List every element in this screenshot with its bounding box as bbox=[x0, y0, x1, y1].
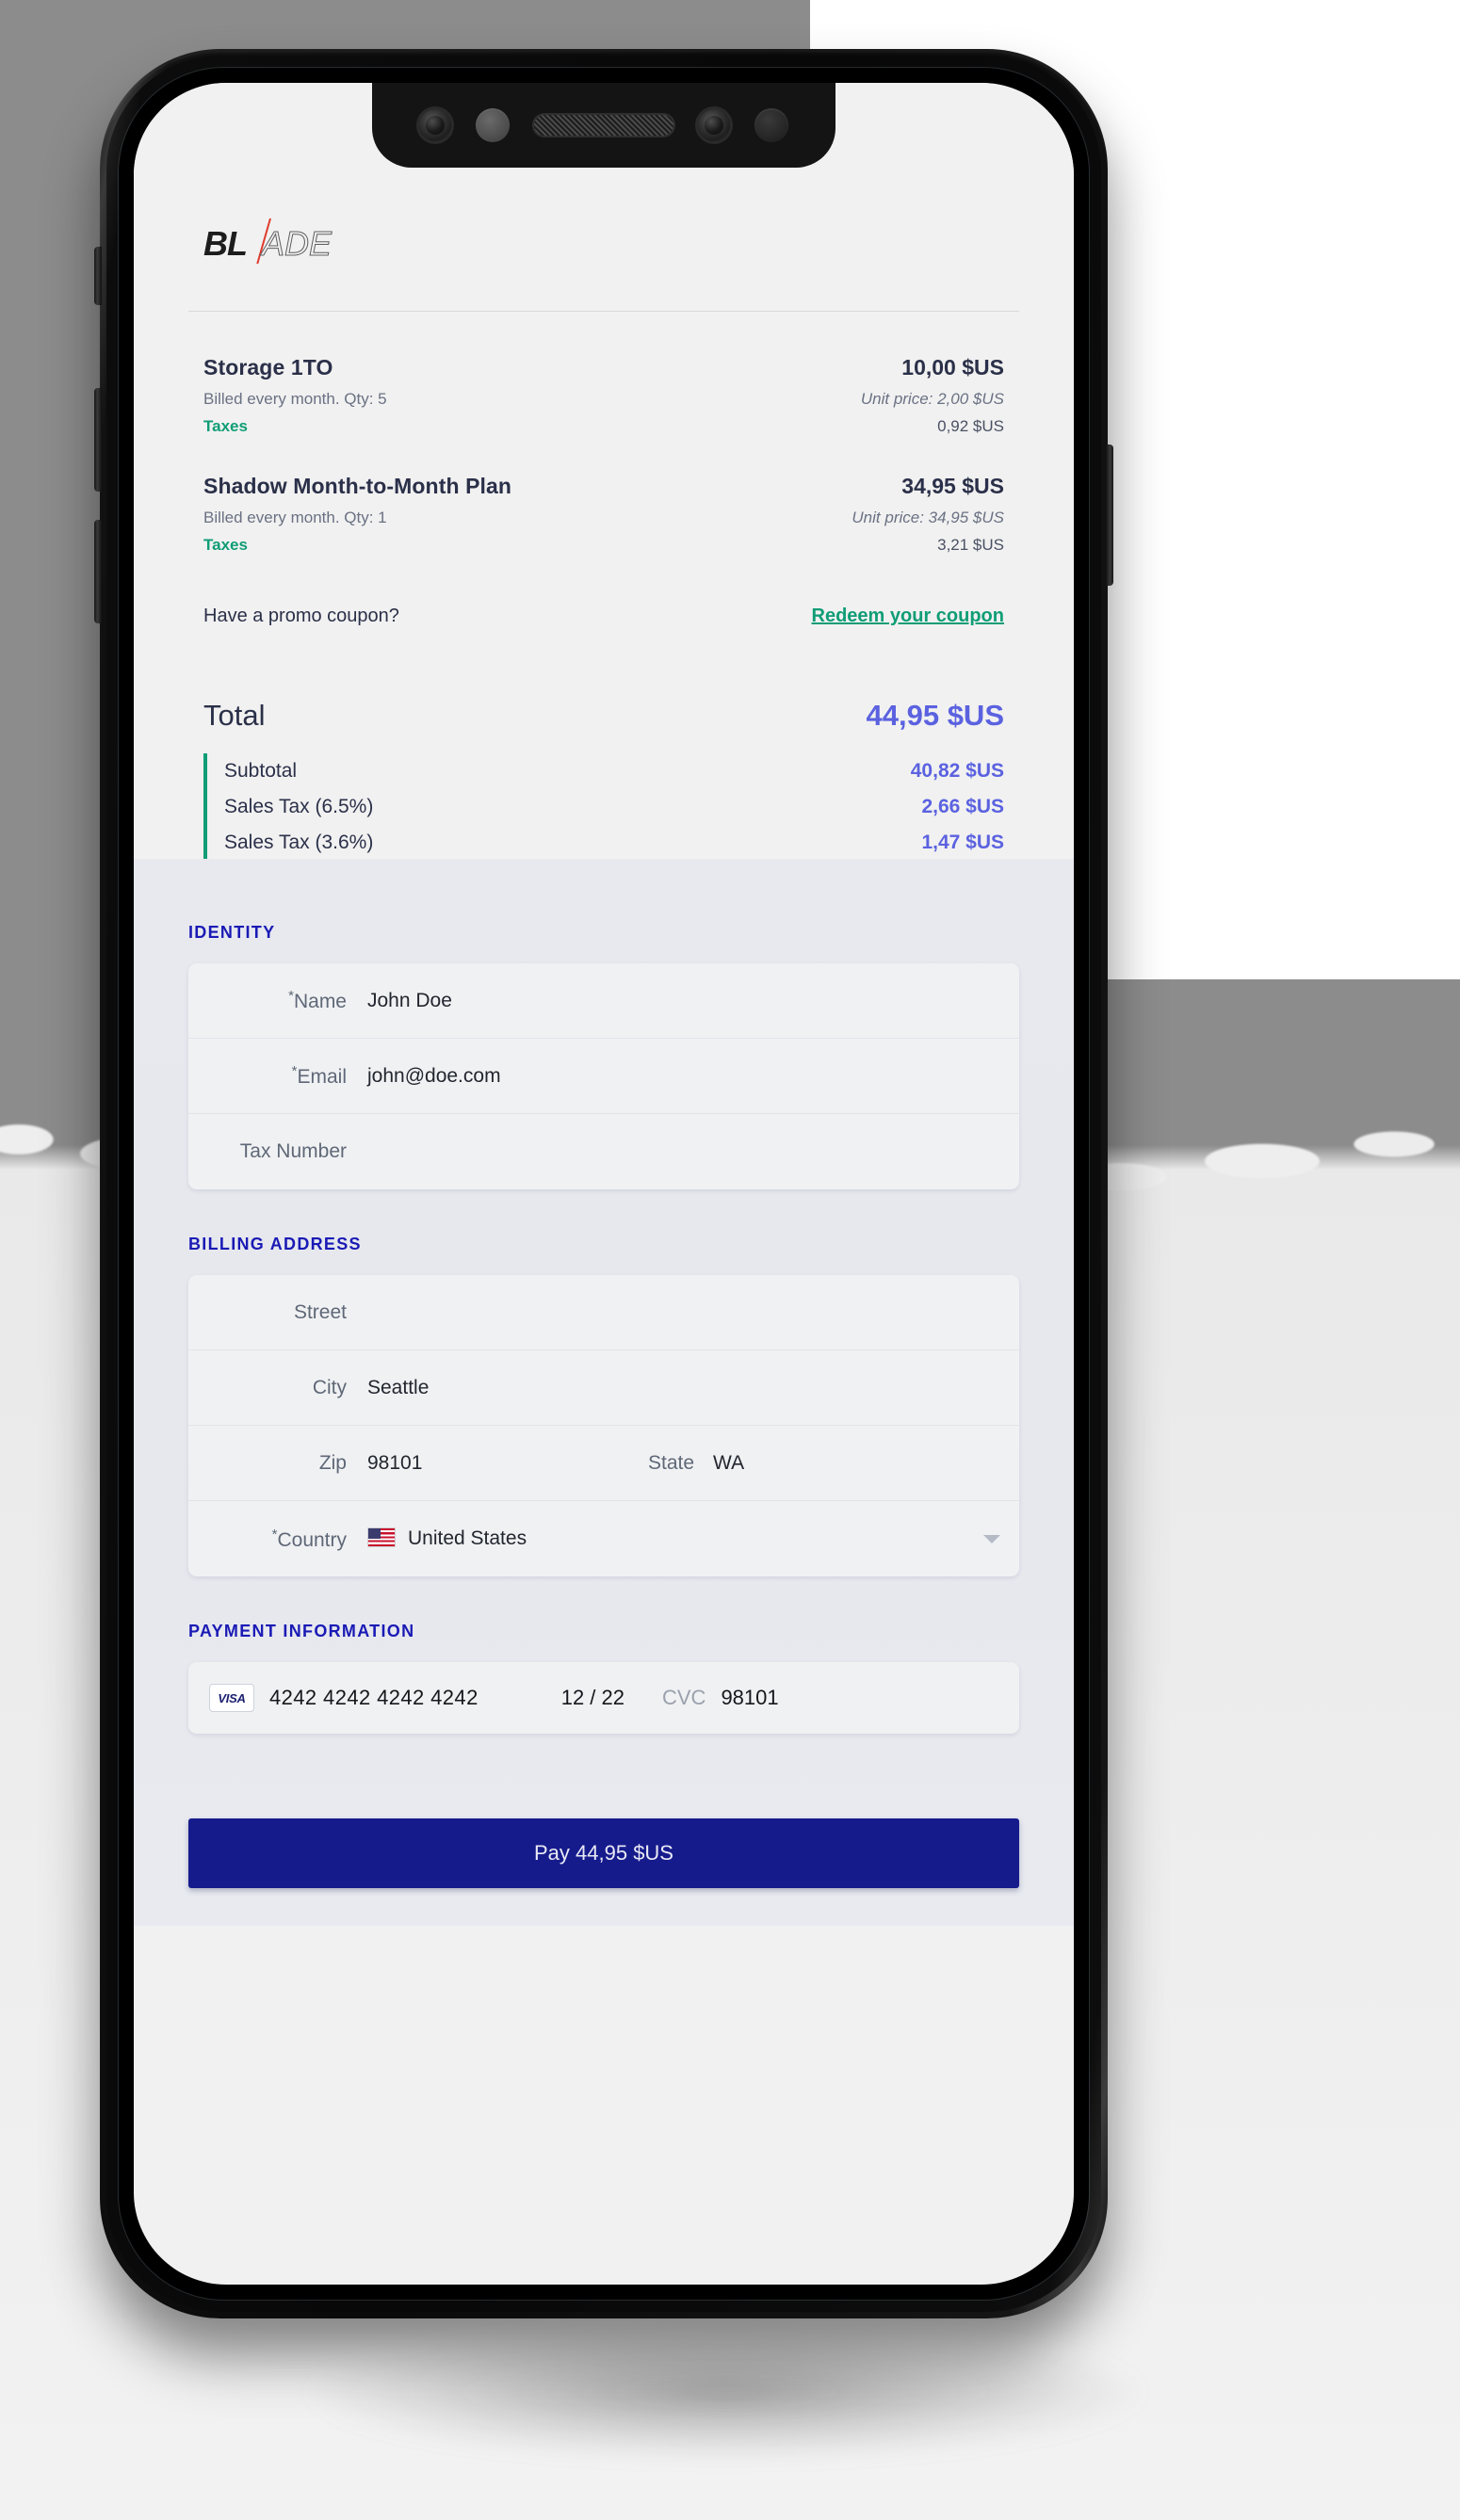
line-item-tax-value: 3,21 $US bbox=[937, 536, 1004, 554]
line-item-tax-value: 0,92 $US bbox=[937, 417, 1004, 435]
line-item-title: Shadow Month-to-Month Plan bbox=[203, 474, 512, 498]
line-item-unit-price: Unit price: 34,95 $US bbox=[852, 509, 1004, 526]
line-item: Shadow Month-to-Month Plan 34,95 $US Bil… bbox=[203, 474, 1004, 555]
smartphone-mockup: BL ADE Storage 1TO 10,00 $US Billed ever… bbox=[94, 49, 1113, 2318]
promo-coupon-question: Have a promo coupon? bbox=[203, 606, 399, 626]
total-breakdown: Subtotal 40,82 $US Sales Tax (6.5%) 2,66… bbox=[203, 753, 1004, 861]
total-row: Total 44,95 $US bbox=[203, 699, 1004, 733]
total-block: Total 44,95 $US Subtotal 40,82 $US Sales… bbox=[134, 627, 1074, 861]
breakdown-label: Sales Tax (3.6%) bbox=[224, 832, 374, 853]
volume-down-button[interactable] bbox=[94, 520, 102, 623]
city-label: City bbox=[312, 1376, 347, 1398]
state-label: State bbox=[648, 1451, 695, 1474]
email-row[interactable]: *Email john@doe.com bbox=[188, 1039, 1019, 1114]
country-select[interactable]: United States bbox=[367, 1527, 983, 1550]
tax-number-row[interactable]: Tax Number bbox=[188, 1114, 1019, 1189]
line-item-tax-label: Taxes bbox=[203, 417, 248, 435]
country-label: *Country bbox=[207, 1527, 367, 1552]
card-expiry-field[interactable]: 12 / 22 bbox=[561, 1686, 625, 1710]
line-item-detail-row: Billed every month. Qty: 5 Unit price: 2… bbox=[203, 380, 1004, 409]
identity-section-title: IDENTITY bbox=[188, 923, 276, 942]
name-label-text: Name bbox=[293, 991, 347, 1012]
country-row[interactable]: *Country United States bbox=[188, 1501, 1019, 1576]
card-number-field[interactable]: 4242 4242 4242 4242 bbox=[269, 1686, 479, 1710]
line-item-billing: Billed every month. Qty: 5 bbox=[203, 390, 387, 408]
line-items-list: Storage 1TO 10,00 $US Billed every month… bbox=[134, 312, 1074, 555]
name-label: *Name bbox=[207, 988, 367, 1013]
billing-address-card: Street City Seattle Zip 98101 State WA *… bbox=[188, 1275, 1019, 1576]
line-item-tax-row: Taxes 3,21 $US bbox=[203, 527, 1004, 555]
blade-logo: BL ADE bbox=[203, 218, 345, 266]
proximity-sensor-icon bbox=[476, 108, 510, 142]
checkout-page: BL ADE Storage 1TO 10,00 $US Billed ever… bbox=[134, 83, 1074, 2285]
cvc-label: CVC bbox=[661, 1686, 706, 1709]
front-camera-secondary-icon bbox=[698, 109, 730, 141]
earpiece-speaker-icon bbox=[534, 115, 673, 136]
scene: BL ADE Storage 1TO 10,00 $US Billed ever… bbox=[0, 0, 1460, 2520]
logo-bold-text: BL bbox=[203, 224, 248, 263]
name-row[interactable]: *Name John Doe bbox=[188, 963, 1019, 1039]
street-row[interactable]: Street bbox=[188, 1275, 1019, 1350]
breakdown-row: Subtotal 40,82 $US bbox=[224, 753, 1004, 789]
line-item-tax-row: Taxes 0,92 $US bbox=[203, 409, 1004, 436]
name-field[interactable]: John Doe bbox=[367, 990, 1000, 1012]
zip-field[interactable]: 98101 bbox=[367, 1452, 593, 1475]
chevron-down-icon[interactable] bbox=[983, 1534, 1000, 1543]
silent-switch-button[interactable] bbox=[94, 247, 102, 305]
total-label: Total bbox=[203, 699, 266, 732]
paint-splatter-right bbox=[1064, 1107, 1460, 1220]
line-item-main-row: Storage 1TO 10,00 $US bbox=[203, 355, 1004, 380]
front-camera-icon bbox=[419, 109, 451, 141]
identity-card: *Name John Doe *Email john@doe.com Tax N… bbox=[188, 963, 1019, 1189]
us-flag-icon bbox=[367, 1527, 396, 1547]
email-label-text: Email bbox=[297, 1066, 347, 1088]
line-item-tax-label: Taxes bbox=[203, 536, 248, 554]
line-item-title: Storage 1TO bbox=[203, 355, 333, 380]
line-item-main-row: Shadow Month-to-Month Plan 34,95 $US bbox=[203, 474, 1004, 499]
ambient-sensor-icon bbox=[754, 108, 788, 142]
email-field[interactable]: john@doe.com bbox=[367, 1065, 1000, 1088]
power-button[interactable] bbox=[1106, 444, 1113, 586]
line-item-amount: 34,95 $US bbox=[901, 474, 1004, 498]
phone-notch bbox=[372, 83, 835, 168]
breakdown-label: Sales Tax (6.5%) bbox=[224, 796, 374, 817]
payment-card-row[interactable]: VISA 4242 4242 4242 4242 12 / 22 CVC 981… bbox=[188, 1662, 1019, 1734]
zip-label: Zip bbox=[318, 1451, 347, 1474]
volume-up-button[interactable] bbox=[94, 388, 102, 492]
breakdown-row: Sales Tax (3.6%) 1,47 $US bbox=[224, 825, 1004, 861]
visa-logo-icon: VISA bbox=[209, 1684, 254, 1712]
promo-coupon-row: Have a promo coupon? Redeem your coupon bbox=[134, 592, 1074, 627]
tax-number-label: Tax Number bbox=[239, 1140, 347, 1162]
cvc-field[interactable]: 98101 bbox=[721, 1686, 778, 1710]
breakdown-row: Sales Tax (6.5%) 2,66 $US bbox=[224, 789, 1004, 825]
breakdown-value: 40,82 $US bbox=[910, 760, 1004, 782]
breakdown-value: 2,66 $US bbox=[921, 796, 1004, 817]
email-label: *Email bbox=[207, 1063, 367, 1089]
line-item-amount: 10,00 $US bbox=[901, 355, 1004, 380]
country-label-text: Country bbox=[277, 1528, 347, 1551]
line-item-billing: Billed every month. Qty: 1 bbox=[203, 509, 387, 526]
phone-screen: BL ADE Storage 1TO 10,00 $US Billed ever… bbox=[134, 83, 1074, 2285]
country-value-text: United States bbox=[408, 1527, 527, 1549]
payment-section-title: PAYMENT INFORMATION bbox=[188, 1622, 415, 1640]
line-item: Storage 1TO 10,00 $US Billed every month… bbox=[203, 355, 1004, 436]
city-field[interactable]: Seattle bbox=[367, 1377, 1000, 1399]
billing-section-title: BILLING ADDRESS bbox=[188, 1235, 362, 1253]
zip-state-row[interactable]: Zip 98101 State WA bbox=[188, 1426, 1019, 1501]
city-row[interactable]: City Seattle bbox=[188, 1350, 1019, 1426]
redeem-coupon-link[interactable]: Redeem your coupon bbox=[812, 606, 1004, 627]
street-label: Street bbox=[293, 1300, 347, 1323]
breakdown-value: 1,47 $US bbox=[921, 832, 1004, 853]
pay-button[interactable]: Pay 44,95 $US bbox=[188, 1818, 1019, 1888]
logo-thin-text: ADE bbox=[261, 224, 333, 264]
order-summary-pane: BL ADE Storage 1TO 10,00 $US Billed ever… bbox=[134, 83, 1074, 861]
checkout-form-pane: IDENTITY *Name John Doe *Email john@doe.… bbox=[134, 859, 1074, 1926]
total-value: 44,95 $US bbox=[866, 699, 1005, 732]
breakdown-label: Subtotal bbox=[224, 760, 298, 782]
line-item-detail-row: Billed every month. Qty: 1 Unit price: 3… bbox=[203, 499, 1004, 527]
state-field[interactable]: WA bbox=[713, 1452, 826, 1475]
line-item-unit-price: Unit price: 2,00 $US bbox=[860, 390, 1004, 408]
